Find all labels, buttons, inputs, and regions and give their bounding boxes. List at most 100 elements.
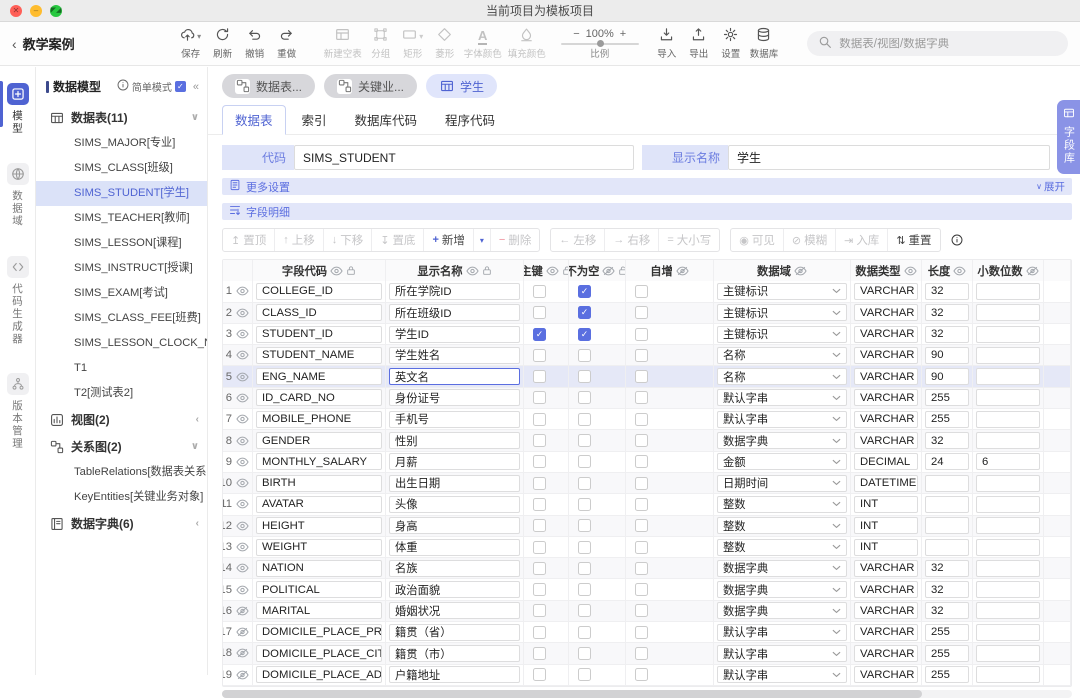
tree-item[interactable]: SIMS_CLASS_FEE[班费]	[36, 306, 207, 331]
eye-icon[interactable]	[953, 266, 966, 276]
not_null-checkbox[interactable]	[578, 370, 591, 383]
length-input[interactable]: 90	[925, 368, 969, 385]
field-重置-button[interactable]: ⇅重置	[887, 229, 939, 251]
type-input[interactable]: VARCHAR	[854, 347, 918, 364]
sidebar-collapse-button[interactable]: «	[193, 81, 199, 93]
length-input[interactable]: 255	[925, 624, 969, 641]
info-icon[interactable]	[951, 234, 963, 246]
toolbar-database-button[interactable]: 数据库	[747, 28, 782, 60]
doc-tab[interactable]: 学生	[426, 74, 497, 98]
auto_inc-checkbox[interactable]	[635, 583, 648, 596]
auto_inc-checkbox[interactable]	[635, 498, 648, 511]
field-入库-button[interactable]: ⇥入库	[835, 229, 887, 251]
decimal-input[interactable]	[976, 539, 1040, 556]
eye-icon[interactable]	[330, 266, 343, 276]
field-code-input[interactable]: ENG_NAME	[256, 368, 382, 385]
not_null-checkbox[interactable]: ✓	[578, 285, 591, 298]
pk-checkbox[interactable]	[533, 477, 546, 490]
zoom-out-button[interactable]: −	[573, 28, 579, 40]
eye-icon[interactable]	[236, 414, 249, 424]
field-name-input[interactable]: 所在班级ID	[389, 304, 520, 321]
tree-group[interactable]: 关系图(2)∨	[36, 433, 207, 460]
pk-checkbox[interactable]	[533, 498, 546, 511]
pk-checkbox[interactable]	[533, 413, 546, 426]
type-input[interactable]: VARCHAR	[854, 326, 918, 343]
type-input[interactable]: INT	[854, 517, 918, 534]
rail-item-codegen[interactable]: 代码生成器	[0, 256, 35, 346]
field-name-input[interactable]: 出生日期	[389, 475, 520, 492]
decimal-input[interactable]: 6	[976, 453, 1040, 470]
simple-mode-checkbox[interactable]: ✓	[175, 81, 186, 92]
pk-checkbox[interactable]	[533, 349, 546, 362]
simple-mode-toggle[interactable]: 简单模式 ✓	[117, 79, 186, 94]
domain-select[interactable]: 日期时间	[717, 475, 847, 492]
eye-off-icon[interactable]	[1026, 266, 1039, 276]
horizontal-scrollbar-thumb[interactable]	[222, 690, 922, 698]
toolbar-import-button[interactable]: 导入	[651, 28, 683, 60]
eye-icon[interactable]	[236, 542, 249, 552]
toolbar-refresh-button[interactable]: 刷新	[207, 28, 239, 60]
domain-select[interactable]: 数据字典	[717, 432, 847, 449]
auto_inc-checkbox[interactable]	[635, 604, 648, 617]
type-input[interactable]: VARCHAR	[854, 411, 918, 428]
display-name-input[interactable]	[728, 145, 1050, 170]
toolbar-fill-color-button[interactable]: 填充颜色	[505, 28, 549, 60]
length-input[interactable]	[925, 496, 969, 513]
length-input[interactable]	[925, 539, 969, 556]
field-上移-button[interactable]: ↑上移	[274, 229, 323, 251]
lock-icon[interactable]	[346, 265, 356, 276]
eye-icon[interactable]	[236, 521, 249, 531]
length-input[interactable]: 32	[925, 432, 969, 449]
field-code-input[interactable]: DOMICILE_PLACE_CITY	[256, 645, 382, 662]
type-input[interactable]: VARCHAR	[854, 602, 918, 619]
not_null-checkbox[interactable]	[578, 541, 591, 554]
auto_inc-checkbox[interactable]	[635, 434, 648, 447]
auto_inc-checkbox[interactable]	[635, 328, 648, 341]
eye-icon[interactable]	[236, 585, 249, 595]
eye-icon[interactable]	[236, 372, 249, 382]
back-to-projects[interactable]: ‹ 教学案例	[12, 34, 75, 53]
type-input[interactable]: VARCHAR	[854, 581, 918, 598]
not_null-checkbox[interactable]	[578, 391, 591, 404]
eye-icon[interactable]	[236, 286, 249, 296]
global-search[interactable]	[807, 31, 1068, 56]
doc-tab[interactable]: 数据表...	[222, 74, 315, 98]
eye-off-icon[interactable]	[236, 627, 249, 637]
pk-checkbox[interactable]	[533, 434, 546, 447]
domain-select[interactable]: 整数	[717, 539, 847, 556]
length-input[interactable]: 32	[925, 560, 969, 577]
eye-off-icon[interactable]	[676, 266, 689, 276]
horizontal-scrollbar[interactable]	[222, 690, 1072, 698]
toolbar-redo-button[interactable]: 重做	[271, 28, 303, 60]
type-input[interactable]: VARCHAR	[854, 560, 918, 577]
pk-checkbox[interactable]	[533, 391, 546, 404]
type-input[interactable]: INT	[854, 539, 918, 556]
field-name-input[interactable]: 手机号	[389, 411, 520, 428]
tree-item[interactable]: SIMS_TEACHER[教师]	[36, 206, 207, 231]
auto_inc-checkbox[interactable]	[635, 285, 648, 298]
pk-checkbox[interactable]	[533, 583, 546, 596]
auto_inc-checkbox[interactable]	[635, 413, 648, 426]
decimal-input[interactable]	[976, 326, 1040, 343]
auto_inc-checkbox[interactable]	[635, 349, 648, 362]
unlock-icon[interactable]	[618, 265, 626, 276]
field-details-bar[interactable]: 字段明细	[222, 203, 1072, 220]
length-input[interactable]: 24	[925, 453, 969, 470]
length-input[interactable]: 32	[925, 326, 969, 343]
decimal-input[interactable]	[976, 283, 1040, 300]
auto_inc-checkbox[interactable]	[635, 647, 648, 660]
length-input[interactable]: 32	[925, 602, 969, 619]
auto_inc-checkbox[interactable]	[635, 541, 648, 554]
eye-icon[interactable]	[236, 563, 249, 573]
pk-checkbox[interactable]	[533, 541, 546, 554]
length-input[interactable]: 32	[925, 304, 969, 321]
field-code-input[interactable]: WEIGHT	[256, 539, 382, 556]
pk-checkbox[interactable]: ✓	[533, 328, 546, 341]
tree-item[interactable]: SIMS_LESSON_CLOCK_N[课程打卡N	[36, 331, 207, 356]
length-input[interactable]	[925, 517, 969, 534]
auto_inc-checkbox[interactable]	[635, 519, 648, 532]
decimal-input[interactable]	[976, 602, 1040, 619]
eye-icon[interactable]	[236, 350, 249, 360]
field-name-input[interactable]: 籍贯（省）	[389, 624, 520, 641]
field-左移-button[interactable]: ←左移	[551, 229, 604, 251]
